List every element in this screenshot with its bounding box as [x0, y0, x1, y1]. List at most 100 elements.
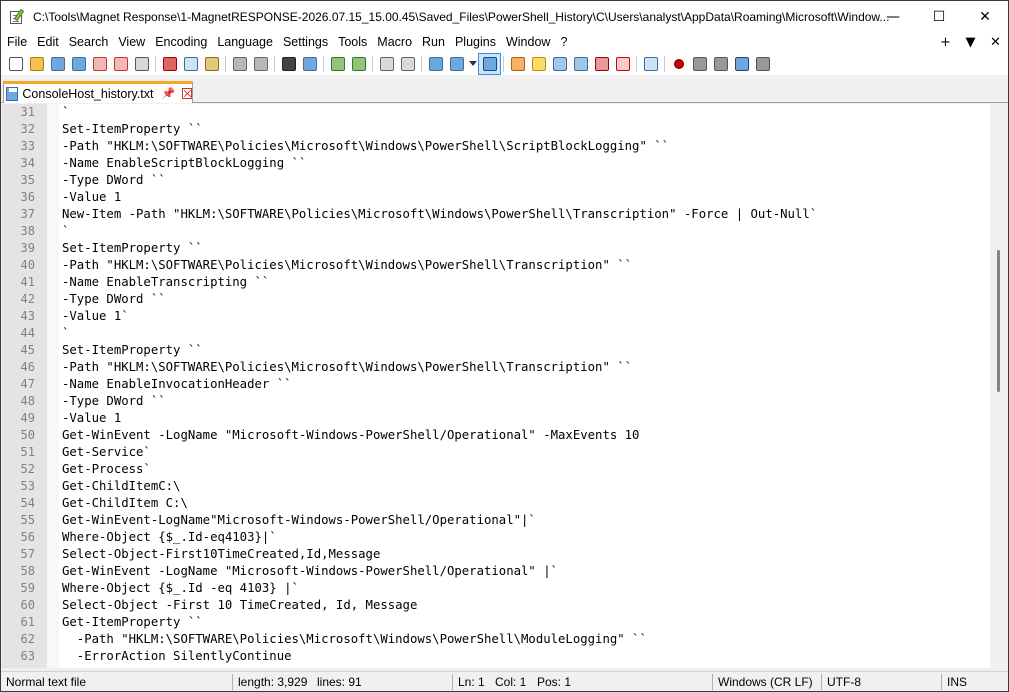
code-line[interactable]: 46 -Path "HKLM:\SOFTWARE\Policies\Microso…: [2, 359, 992, 376]
close-file-button[interactable]: [89, 54, 110, 74]
save-button[interactable]: [47, 54, 68, 74]
menu-settings[interactable]: Settings: [278, 32, 333, 52]
code-line[interactable]: 60 Select-Object -First 10 TimeCreated, I…: [2, 597, 992, 614]
menu-plugins[interactable]: Plugins: [450, 32, 501, 52]
code-line[interactable]: 49 -Value 1: [2, 410, 992, 427]
indent-guide-button[interactable]: [478, 52, 501, 75]
find-button[interactable]: [278, 54, 299, 74]
tab-list-dropdown-icon[interactable]: ▼: [958, 35, 983, 50]
code-text[interactable]: -Path "HKLM:\SOFTWARE\Policies\Microsoft…: [62, 257, 632, 274]
code-text[interactable]: Select-Object -First 10 TimeCreated, Id,…: [62, 597, 417, 614]
code-line[interactable]: 53 Get-ChildItemC:\: [2, 478, 992, 495]
show-all-chars-button[interactable]: [446, 54, 467, 74]
replace-button[interactable]: [299, 54, 320, 74]
code-line[interactable]: 51 Get-Service`: [2, 444, 992, 461]
menu-edit[interactable]: Edit: [32, 32, 64, 52]
save-macro-button[interactable]: [752, 54, 773, 74]
new-tab-plus-icon[interactable]: +: [933, 35, 958, 50]
sync-vertical-button[interactable]: [376, 54, 397, 74]
code-line[interactable]: 34 -Name EnableScriptBlockLogging ``: [2, 155, 992, 172]
save-all-button[interactable]: [68, 54, 89, 74]
sync-horizontal-button[interactable]: [397, 54, 418, 74]
code-text[interactable]: Set-ItemProperty ``: [62, 121, 203, 138]
editor-area[interactable]: 31 ` 32 Set-ItemProperty `` 33 -Path "HKLM:\S…: [2, 104, 1007, 668]
udl-button[interactable]: [507, 54, 528, 74]
code-line[interactable]: 37 New-Item -Path "HKLM:\SOFTWARE\Policie…: [2, 206, 992, 223]
code-text[interactable]: Get-Process`: [62, 461, 151, 478]
menu-macro[interactable]: Macro: [372, 32, 417, 52]
vertical-scrollbar[interactable]: [990, 104, 1007, 668]
code-text[interactable]: Get-Service`: [62, 444, 151, 461]
menu-tools[interactable]: Tools: [333, 32, 372, 52]
code-line[interactable]: 52 Get-Process`: [2, 461, 992, 478]
code-text[interactable]: -Value 1: [62, 189, 121, 206]
panel-button[interactable]: [612, 54, 633, 74]
zoom-in-button[interactable]: [327, 54, 348, 74]
code-line[interactable]: 33 -Path "HKLM:\SOFTWARE\Policies\Microso…: [2, 138, 992, 155]
menu-run[interactable]: Run: [417, 32, 450, 52]
code-text[interactable]: Get-WinEvent -LogName "Microsoft-Windows…: [62, 427, 639, 444]
status-eol[interactable]: Windows (CR LF): [715, 672, 813, 691]
code-line[interactable]: 31 `: [2, 104, 992, 121]
code-line[interactable]: 44 `: [2, 325, 992, 342]
code-text[interactable]: -Type DWord ``: [62, 291, 166, 308]
record-macro-button[interactable]: [668, 54, 689, 74]
code-text[interactable]: `: [62, 104, 69, 121]
doc-map-button[interactable]: [528, 54, 549, 74]
code-line[interactable]: 47 -Name EnableInvocationHeader ``: [2, 376, 992, 393]
cut-button[interactable]: [159, 54, 180, 74]
word-wrap-button[interactable]: [425, 54, 446, 74]
dropdown-arrow-button[interactable]: [467, 54, 479, 74]
code-line[interactable]: 45 Set-ItemProperty ``: [2, 342, 992, 359]
folder-workspace-button[interactable]: [591, 54, 612, 74]
code-line[interactable]: 38 `: [2, 223, 992, 240]
code-line[interactable]: 55 Get-WinEvent-LogName"Microsoft-Windows…: [2, 512, 992, 529]
code-line[interactable]: 58 Get-WinEvent -LogName "Microsoft-Windo…: [2, 563, 992, 580]
code-text[interactable]: -Name EnableScriptBlockLogging ``: [62, 155, 306, 172]
code-line[interactable]: 63 -ErrorAction SilentlyContinue: [2, 648, 992, 665]
zoom-out-button[interactable]: [348, 54, 369, 74]
menu-encoding[interactable]: Encoding: [150, 32, 212, 52]
code-text[interactable]: Get-ItemProperty ``: [62, 614, 203, 631]
code-text[interactable]: -Name EnableTranscripting ``: [62, 274, 269, 291]
code-text[interactable]: -Type DWord ``: [62, 172, 166, 189]
code-text[interactable]: -Name EnableInvocationHeader ``: [62, 376, 292, 393]
close-window-button[interactable]: ✕: [962, 1, 1008, 32]
code-text[interactable]: Where-Object {$_.Id -eq 4103} |`: [62, 580, 299, 597]
code-line[interactable]: 57 Select-Object-First10TimeCreated,Id,Me…: [2, 546, 992, 563]
close-all-button[interactable]: [110, 54, 131, 74]
code-line[interactable]: 62 -Path "HKLM:\SOFTWARE\Policies\Micros…: [2, 631, 992, 648]
code-line[interactable]: 48 -Type DWord ``: [2, 393, 992, 410]
menu-window[interactable]: Window: [501, 32, 555, 52]
code-text[interactable]: `: [62, 325, 69, 342]
code-text[interactable]: Select-Object-First10TimeCreated,Id,Mess…: [62, 546, 380, 563]
code-text[interactable]: Set-ItemProperty ``: [62, 342, 203, 359]
monitoring-eye-button[interactable]: [640, 54, 661, 74]
title-bar[interactable]: C:\Tools\Magnet Response\1-MagnetRESPONS…: [1, 1, 1008, 32]
code-text[interactable]: -Value 1`: [62, 308, 129, 325]
code-line[interactable]: 61 Get-ItemProperty ``: [2, 614, 992, 631]
code-line[interactable]: 54 Get-ChildItem C:\: [2, 495, 992, 512]
open-file-button[interactable]: [26, 54, 47, 74]
stop-macro-button[interactable]: [689, 54, 710, 74]
code-line[interactable]: 59 Where-Object {$_.Id -eq 4103} |`: [2, 580, 992, 597]
scrollbar-thumb[interactable]: [997, 250, 1000, 392]
code-text[interactable]: Set-ItemProperty ``: [62, 240, 203, 257]
editor-lines[interactable]: 31 ` 32 Set-ItemProperty `` 33 -Path "HKLM:\S…: [2, 104, 992, 665]
redo-button[interactable]: [250, 54, 271, 74]
pin-tab-icon[interactable]: 📌: [161, 87, 175, 100]
code-text[interactable]: Get-WinEvent-LogName"Microsoft-Windows-P…: [62, 512, 536, 529]
function-list-button[interactable]: [570, 54, 591, 74]
code-text[interactable]: New-Item -Path "HKLM:\SOFTWARE\Policies\…: [62, 206, 817, 223]
menu-language[interactable]: Language: [212, 32, 278, 52]
maximize-button[interactable]: ☐: [916, 1, 962, 32]
code-text[interactable]: Where-Object {$_.Id-eq4103}|`: [62, 529, 277, 546]
doc-list-button[interactable]: [549, 54, 570, 74]
code-line[interactable]: 36 -Value 1: [2, 189, 992, 206]
run-macro-multiple-button[interactable]: [731, 54, 752, 74]
code-line[interactable]: 56 Where-Object {$_.Id-eq4103}|`: [2, 529, 992, 546]
close-document-icon[interactable]: ✕: [983, 35, 1008, 50]
code-line[interactable]: 41 -Name EnableTranscripting ``: [2, 274, 992, 291]
code-text[interactable]: Get-ChildItem C:\: [62, 495, 188, 512]
menu-help[interactable]: ?: [555, 32, 572, 52]
